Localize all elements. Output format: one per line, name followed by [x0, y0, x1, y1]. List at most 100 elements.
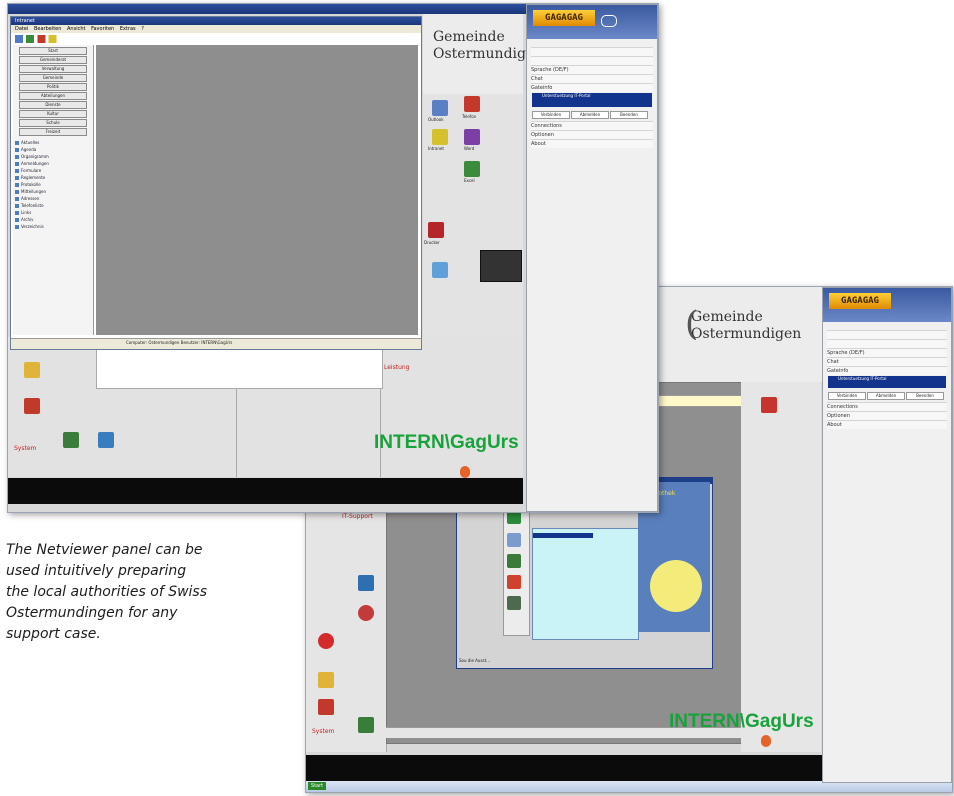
tree-item-telefonliste[interactable]: Telefonliste: [15, 202, 89, 209]
telefon-label: Telefon: [462, 114, 477, 119]
back-flag-icon[interactable]: [761, 397, 777, 413]
nav-abteilungen[interactable]: Abteilungen: [19, 92, 87, 100]
tool-icon[interactable]: [507, 533, 521, 547]
back-keyboard-icon[interactable]: [358, 575, 374, 591]
front-section-system: System: [14, 445, 37, 452]
back-fire-icon[interactable]: [318, 699, 334, 715]
front-toolbar-icons: [15, 35, 95, 43]
tree-item-reglemente[interactable]: Reglemente: [15, 174, 89, 181]
drucker-icon[interactable]: [428, 222, 444, 238]
nav-gemeinde[interactable]: Gemeinde: [19, 74, 87, 82]
tree-item-archiv[interactable]: Archiv: [15, 216, 89, 223]
back-np-btn-abmelden[interactable]: Abmelden: [867, 392, 905, 400]
front-np-connections[interactable]: Connections: [531, 121, 653, 130]
back-np-connections[interactable]: Connections: [827, 402, 947, 411]
back-np-btn-verbinden[interactable]: Verbinden: [828, 392, 866, 400]
nav-start[interactable]: Start: [19, 47, 87, 55]
front-statusbar: Computer: Ostermundigen Benutzer: INTERN…: [11, 338, 421, 349]
tree-item-links[interactable]: Links: [15, 209, 89, 216]
nav-politik[interactable]: Politik: [19, 83, 87, 91]
front-np-btn-abmelden[interactable]: Abmelden: [571, 111, 609, 119]
word-icon[interactable]: [464, 129, 480, 145]
menu-datei[interactable]: Datei: [15, 26, 28, 32]
back-np-row-1[interactable]: [827, 330, 947, 339]
front-section-leistung: Leistung: [384, 364, 410, 371]
nav-schule[interactable]: Schule: [19, 119, 87, 127]
tree-item-verzeichnis[interactable]: Verzeichnis: [15, 223, 89, 230]
front-content-area: [96, 45, 418, 335]
drucker-label: Drucker: [424, 240, 440, 245]
front-np-sprache[interactable]: Sprache (DE/F): [531, 65, 653, 74]
menu-favoriten[interactable]: Favoriten: [91, 26, 114, 32]
front-np-btn-beenden[interactable]: Beenden: [610, 111, 648, 119]
calc-icon[interactable]: [507, 596, 521, 610]
front-np-chat[interactable]: Chat: [531, 74, 653, 83]
back-netviewer-panel: GAGAGAG Sprache (DE/F) Chat Gateinfo Unt…: [822, 287, 952, 783]
back-person-icon[interactable]: [318, 672, 334, 688]
back-stop-icon[interactable]: [318, 633, 334, 649]
telefon-icon[interactable]: [464, 96, 480, 112]
nav-dienste[interactable]: Dienste: [19, 101, 87, 109]
nav-freizeit[interactable]: Freizeit: [19, 128, 87, 136]
back-dialog-list-selection[interactable]: [533, 533, 593, 538]
back-start-button[interactable]: Start: [308, 782, 326, 790]
front-np-selected-session[interactable]: Unterstuetzung IT-Portal: [532, 93, 652, 107]
menu-bearbeiten[interactable]: Bearbeiten: [34, 26, 61, 32]
nav-gemeinderat[interactable]: Gemeinderat: [19, 56, 87, 64]
tree-item-anmeldungen[interactable]: Anmeldungen: [15, 160, 89, 167]
back-logo: Gemeinde Ostermundigen: [691, 309, 801, 343]
back-logo-line2: Ostermundigen: [691, 326, 802, 342]
front-np-row-1[interactable]: [531, 47, 653, 56]
front-np-row-2[interactable]: [531, 56, 653, 65]
front-a-icon[interactable]: [63, 432, 79, 448]
nav-kultur[interactable]: Kultur: [19, 110, 87, 118]
front-np-about[interactable]: About: [531, 139, 653, 148]
back-np-chat[interactable]: Chat: [827, 357, 947, 366]
front-browser-window: Intranet Datei Bearbeiten Ansicht Favori…: [10, 16, 422, 350]
front-np-btn-verbinden[interactable]: Verbinden: [532, 111, 570, 119]
intranet-icon[interactable]: [432, 129, 448, 145]
tree-item-formulare[interactable]: Formulare: [15, 167, 89, 174]
tree-item-mitteilungen[interactable]: Mitteilungen: [15, 188, 89, 195]
back-left-column: [306, 507, 387, 752]
back-np-btn-beenden[interactable]: Beenden: [906, 392, 944, 400]
menu-ansicht[interactable]: Ansicht: [67, 26, 85, 32]
back-np-sprache[interactable]: Sprache (DE/F): [827, 348, 947, 357]
back-np-about[interactable]: About: [827, 420, 947, 429]
back-window-toolbar: [651, 395, 753, 407]
back-person-small-icon: [761, 735, 771, 747]
back-np-optionen[interactable]: Optionen: [827, 411, 947, 420]
tree-item-aktuelles[interactable]: Aktuelles: [15, 139, 89, 146]
tree-item-adressen[interactable]: Adressen: [15, 195, 89, 202]
front-person-icon[interactable]: [24, 362, 40, 378]
back-network-icon[interactable]: [358, 605, 374, 621]
excel-icon[interactable]: [464, 161, 480, 177]
nav-verwaltung[interactable]: Verwaltung: [19, 65, 87, 73]
outlook-icon[interactable]: [432, 100, 448, 116]
back-np-gateinfo[interactable]: Gateinfo: [827, 366, 947, 375]
front-mini-window: [480, 250, 522, 282]
word-label: Word: [464, 146, 475, 151]
doc-icon[interactable]: [432, 262, 448, 278]
tree-item-agenda[interactable]: Agenda: [15, 146, 89, 153]
menu-help[interactable]: ?: [141, 26, 144, 32]
tree-item-protokolle[interactable]: Protokolle: [15, 181, 89, 188]
caption: The Netviewer panel can be used intuitiv…: [6, 540, 296, 645]
back-section-it: IT-Support: [342, 513, 373, 520]
caption-line-5: support case.: [6, 626, 101, 642]
tree-item-organigramm[interactable]: Organigramm: [15, 153, 89, 160]
back-a-icon[interactable]: [358, 717, 374, 733]
front-screenshot: Gemeinde Ostermundigen Outlook Telefon I…: [7, 3, 659, 513]
front-np-optionen[interactable]: Optionen: [531, 130, 653, 139]
back-np-selected-session[interactable]: Unterstuetzung IT-Portal: [828, 376, 946, 388]
menu-extras[interactable]: Extras: [120, 26, 136, 32]
back-np-row-2[interactable]: [827, 339, 947, 348]
back-dialog-list[interactable]: [532, 528, 639, 640]
front-np-window-icon[interactable]: [601, 15, 617, 27]
front-fire-icon[interactable]: [24, 398, 40, 414]
puzzle-icon[interactable]: [507, 575, 521, 589]
caption-line-3: the local authorities of Swiss: [6, 584, 208, 600]
front-monitor-icon[interactable]: [98, 432, 114, 448]
front-np-gateinfo[interactable]: Gateinfo: [531, 83, 653, 92]
list-icon[interactable]: [507, 554, 521, 568]
